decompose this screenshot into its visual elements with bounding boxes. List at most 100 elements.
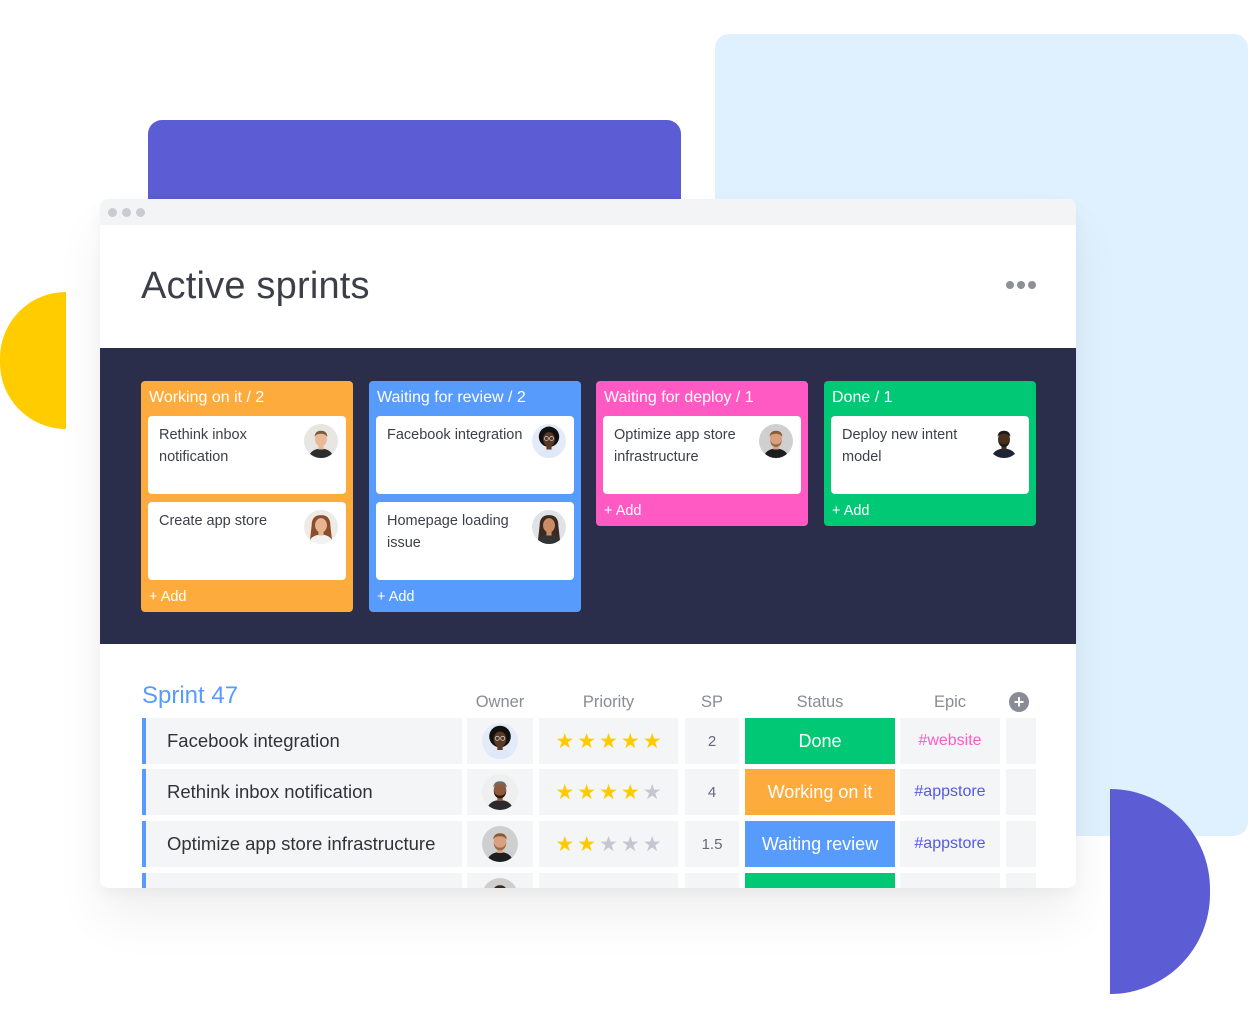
avatar[interactable] <box>532 510 566 544</box>
add-card-button[interactable]: + Add <box>376 588 574 612</box>
priority-rating[interactable]: ★ ★ ★ ★ ★ <box>539 821 678 867</box>
table-row[interactable] <box>142 873 1036 888</box>
table-row[interactable]: Optimize app store infrastructure ★ ★ ★ ★ ★ 1.… <box>142 821 1036 867</box>
star-icon[interactable]: ★ <box>577 731 596 752</box>
add-card-button[interactable]: + Add <box>148 588 346 612</box>
empty-cell[interactable] <box>1006 718 1036 764</box>
story-points-cell[interactable]: 4 <box>685 769 739 815</box>
task-name-cell[interactable]: Rethink inbox notification <box>142 769 462 815</box>
kanban-card-title: Homepage loading issue <box>387 513 509 551</box>
star-icon[interactable]: ★ <box>643 782 662 803</box>
star-icon[interactable]: ★ <box>599 731 618 752</box>
avatar <box>482 723 518 759</box>
plus-circle-icon: + <box>1013 692 1025 712</box>
star-icon[interactable]: ★ <box>643 834 662 855</box>
story-points-cell[interactable]: 1.5 <box>685 821 739 867</box>
priority-rating[interactable] <box>539 873 678 888</box>
kanban-card-title: Facebook integration <box>387 427 523 443</box>
board-header: Active sprints <box>100 225 1076 348</box>
task-name-cell[interactable] <box>142 873 462 888</box>
epic-tag[interactable]: #appstore <box>900 821 1000 867</box>
more-options-button[interactable] <box>1006 281 1036 289</box>
star-icon[interactable]: ★ <box>555 731 574 752</box>
avatar[interactable] <box>304 424 338 458</box>
epic-tag[interactable]: #appstore <box>900 769 1000 815</box>
star-icon[interactable]: ★ <box>577 782 596 803</box>
status-badge[interactable]: Done <box>745 718 895 764</box>
kanban-column: Waiting for deploy / 1 Optimize app store… <box>596 381 808 526</box>
avatar[interactable] <box>987 424 1021 458</box>
star-icon[interactable]: ★ <box>577 834 596 855</box>
epic-tag[interactable] <box>900 873 1000 888</box>
kanban-column: Done / 1 Deploy new intent model + Add <box>824 381 1036 526</box>
star-icon[interactable]: ★ <box>621 731 640 752</box>
star-icon[interactable]: ★ <box>555 834 574 855</box>
kanban-column: Working on it / 2 Rethink inbox notificat… <box>141 381 353 612</box>
owner-cell[interactable] <box>467 873 533 888</box>
kanban-card[interactable]: Create app store <box>148 502 346 580</box>
story-points-cell[interactable]: 2 <box>685 718 739 764</box>
kanban-column: Waiting for review / 2 Facebook integrati… <box>369 381 581 612</box>
owner-cell[interactable] <box>467 821 533 867</box>
decorative-yellow-half-circle <box>0 292 66 429</box>
more-horizontal-icon <box>1006 281 1014 289</box>
avatar <box>482 826 518 862</box>
priority-rating[interactable]: ★ ★ ★ ★ ★ <box>539 718 678 764</box>
avatar[interactable] <box>759 424 793 458</box>
sprint-title[interactable]: Sprint 47 <box>142 682 238 710</box>
avatar[interactable] <box>532 424 566 458</box>
window-dot-icon[interactable] <box>108 207 117 217</box>
status-badge[interactable]: Waiting review <box>745 821 895 867</box>
status-badge[interactable]: Working on it <box>745 769 895 815</box>
table-row[interactable]: Rethink inbox notification ★ ★ ★ ★ ★ 4 Working … <box>142 769 1036 815</box>
add-card-button[interactable]: + Add <box>603 502 801 526</box>
kanban-column-title[interactable]: Waiting for review / 2 <box>376 381 574 416</box>
window-dot-icon[interactable] <box>122 207 131 217</box>
epic-tag[interactable]: #website <box>900 718 1000 764</box>
avatar <box>482 878 518 888</box>
kanban-column-title[interactable]: Done / 1 <box>831 381 1029 416</box>
kanban-card[interactable]: Rethink inbox notification <box>148 416 346 494</box>
more-horizontal-icon <box>1017 281 1025 289</box>
kanban-column-title[interactable]: Waiting for deploy / 1 <box>603 381 801 416</box>
owner-cell[interactable] <box>467 718 533 764</box>
kanban-card[interactable]: Facebook integration <box>376 416 574 494</box>
priority-rating[interactable]: ★ ★ ★ ★ ★ <box>539 769 678 815</box>
kanban-card-title: Deploy new intent model <box>842 427 958 465</box>
page-title: Active sprints <box>141 265 370 307</box>
column-header-epic[interactable]: Epic <box>900 693 1000 712</box>
avatar[interactable] <box>304 510 338 544</box>
star-icon[interactable]: ★ <box>599 782 618 803</box>
empty-cell[interactable] <box>1006 821 1036 867</box>
kanban-card-title: Rethink inbox notification <box>159 427 247 465</box>
empty-cell[interactable] <box>1006 873 1036 888</box>
column-header-status[interactable]: Status <box>745 693 895 712</box>
table-row[interactable]: Facebook integration ★ ★ ★ ★ ★ 2 Done #website <box>142 718 1036 764</box>
star-icon[interactable]: ★ <box>621 834 640 855</box>
kanban-column-title[interactable]: Working on it / 2 <box>148 381 346 416</box>
more-horizontal-icon <box>1028 281 1036 289</box>
kanban-card-title: Create app store <box>159 513 268 529</box>
kanban-card[interactable]: Optimize app store infrastructure <box>603 416 801 494</box>
kanban-card[interactable]: Deploy new intent model <box>831 416 1029 494</box>
add-column-button[interactable]: + <box>1009 692 1029 712</box>
task-name-cell[interactable]: Facebook integration <box>142 718 462 764</box>
app-window: Active sprints Working on it / 2 Rethink … <box>100 199 1076 888</box>
owner-cell[interactable] <box>467 769 533 815</box>
star-icon[interactable]: ★ <box>555 782 574 803</box>
add-card-button[interactable]: + Add <box>831 502 1029 526</box>
kanban-board: Working on it / 2 Rethink inbox notificat… <box>100 348 1076 644</box>
status-badge[interactable] <box>745 873 895 888</box>
kanban-card[interactable]: Homepage loading issue <box>376 502 574 580</box>
kanban-card-title: Optimize app store infrastructure <box>614 427 736 465</box>
column-header-priority[interactable]: Priority <box>539 693 678 712</box>
star-icon[interactable]: ★ <box>643 731 662 752</box>
window-dot-icon[interactable] <box>136 207 145 217</box>
window-titlebar <box>100 199 1076 225</box>
column-header-sp[interactable]: SP <box>685 693 739 712</box>
empty-cell[interactable] <box>1006 769 1036 815</box>
star-icon[interactable]: ★ <box>599 834 618 855</box>
story-points-cell[interactable] <box>685 873 739 888</box>
star-icon[interactable]: ★ <box>621 782 640 803</box>
task-name-cell[interactable]: Optimize app store infrastructure <box>142 821 462 867</box>
